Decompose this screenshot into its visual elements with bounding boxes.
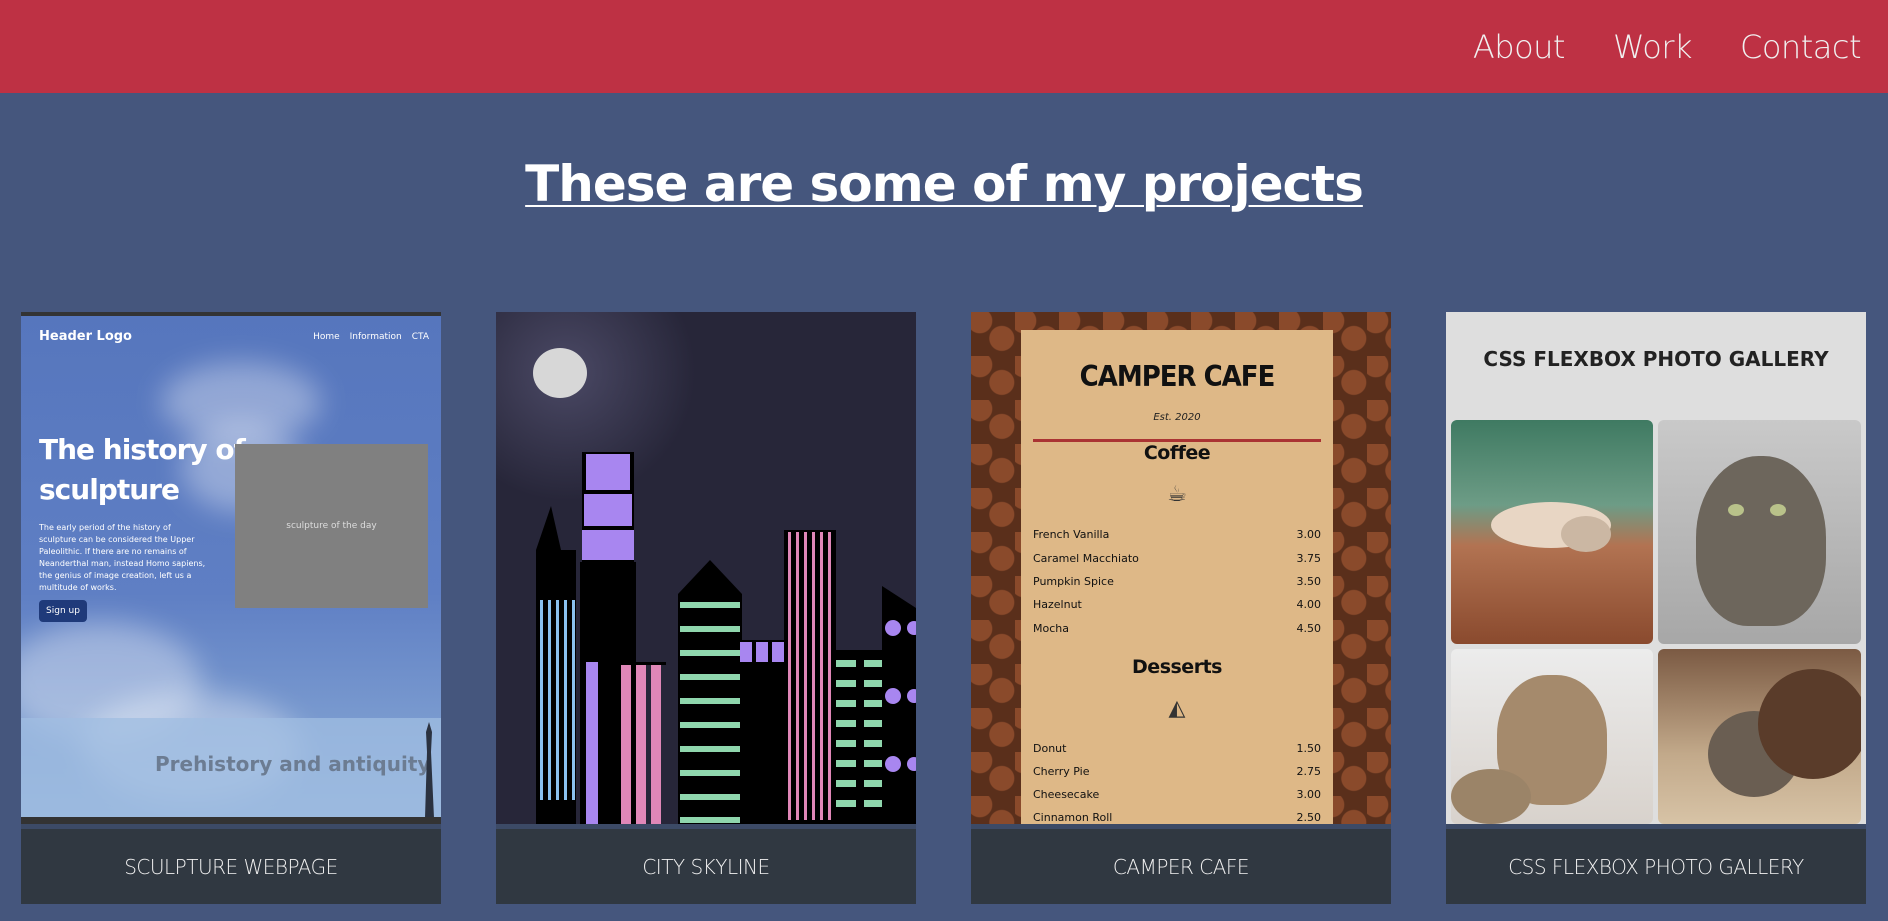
menu-item-name: French Vanilla xyxy=(1033,528,1110,541)
project-caption-flexbox-gallery: CSS FLEXBOX PHOTO GALLERY xyxy=(1446,829,1866,904)
menu-item-price: 3.75 xyxy=(1296,552,1322,565)
cafe-title: CAMPER CAFE xyxy=(1079,360,1276,394)
menu-item: Mocha 4.50 xyxy=(1033,622,1321,635)
menu-item-name: Pumpkin Spice xyxy=(1033,575,1114,588)
project-thumbnail-camper-cafe: CAMPER CAFE Est. 2020 Coffee ☕ French Va… xyxy=(971,312,1391,824)
menu-item: Hazelnut 4.00 xyxy=(1033,598,1321,611)
gallery-title: CSS FLEXBOX PHOTO GALLERY xyxy=(1483,347,1829,371)
menu-item-name: Cheesecake xyxy=(1033,788,1100,801)
cat-photo xyxy=(1658,420,1861,644)
sculpture-nav-information: Information xyxy=(349,332,402,342)
project-thumbnail-flexbox-gallery: CSS FLEXBOX PHOTO GALLERY xyxy=(1446,312,1866,824)
menu-item-price: 3.00 xyxy=(1296,788,1322,801)
cat-photo xyxy=(1451,420,1653,644)
menu-item: French Vanilla 3.00 xyxy=(1033,528,1321,541)
sculpture-signup-button: Sign up xyxy=(39,600,87,622)
sculpture-of-the-day-box: sculpture of the day xyxy=(235,444,428,608)
menu-item-price: 2.75 xyxy=(1296,765,1322,778)
sculpture-nav: Home Information CTA xyxy=(313,332,429,342)
menu-item: Cinnamon Roll 2.50 xyxy=(1033,811,1321,824)
coffee-cup-icon: ☕ xyxy=(1167,482,1187,507)
cafe-est: Est. 2020 xyxy=(1153,412,1201,423)
sculpture-nav-home: Home xyxy=(313,332,340,342)
projects-heading: These are some of my projects xyxy=(525,155,1364,213)
menu-item-price: 4.50 xyxy=(1296,622,1322,635)
desserts-heading: Desserts xyxy=(1132,656,1222,678)
sculpture-title-line2: sculpture xyxy=(39,473,180,506)
menu-item: Donut 1.50 xyxy=(1033,742,1321,755)
nav-links: About Work Contact xyxy=(1473,0,1862,93)
project-thumbnail-city-skyline xyxy=(496,312,916,824)
sculpture-paragraph: The early period of the history of sculp… xyxy=(39,523,206,592)
project-tile-camper-cafe[interactable]: CAMPER CAFE Est. 2020 Coffee ☕ French Va… xyxy=(971,312,1391,904)
sculpture-title-line1: The history of xyxy=(39,433,246,466)
menu-item-price: 4.00 xyxy=(1296,598,1322,611)
sculpture-section-title: Prehistory and antiquity xyxy=(155,752,431,776)
sculpture-title: The history of sculpture xyxy=(39,430,246,510)
skyline-illustration xyxy=(536,452,916,824)
menu-item-price: 2.50 xyxy=(1296,811,1322,824)
project-thumbnail-sculpture: Header Logo Home Information CTA The his… xyxy=(21,312,441,824)
menu-item: Cherry Pie 2.75 xyxy=(1033,765,1321,778)
cafe-menu-card: CAMPER CAFE Est. 2020 Coffee ☕ French Va… xyxy=(1021,330,1333,824)
project-caption-camper-cafe: CAMPER CAFE xyxy=(971,829,1391,904)
menu-item: Pumpkin Spice 3.50 xyxy=(1033,575,1321,588)
menu-item-price: 3.50 xyxy=(1296,575,1322,588)
coffee-heading: Coffee xyxy=(1143,442,1211,464)
menu-item: Cheesecake 3.00 xyxy=(1033,788,1321,801)
cat-photo xyxy=(1658,649,1861,824)
menu-item: Caramel Macchiato 3.75 xyxy=(1033,552,1321,565)
project-caption-city-skyline: CITY SKYLINE xyxy=(496,829,916,904)
menu-item-price: 3.00 xyxy=(1296,528,1322,541)
menu-item-name: Hazelnut xyxy=(1033,598,1082,611)
nav-link-about[interactable]: About xyxy=(1473,28,1566,66)
project-tile-city-skyline[interactable]: CITY SKYLINE xyxy=(496,312,916,904)
project-caption-sculpture: SCULPTURE WEBPAGE xyxy=(21,829,441,904)
project-tile-flexbox-gallery[interactable]: CSS FLEXBOX PHOTO GALLERY CSS FLEXBOX PH… xyxy=(1446,312,1866,904)
nav-link-contact[interactable]: Contact xyxy=(1740,28,1862,66)
sculpture-header-logo: Header Logo xyxy=(39,329,132,344)
menu-item-name: Caramel Macchiato xyxy=(1033,552,1139,565)
menu-item-name: Cinnamon Roll xyxy=(1033,811,1113,824)
cat-photo xyxy=(1451,649,1653,824)
menu-item-price: 1.50 xyxy=(1296,742,1322,755)
pie-icon: ◭ xyxy=(1168,696,1186,721)
top-navbar: About Work Contact xyxy=(0,0,1888,93)
nav-link-work[interactable]: Work xyxy=(1613,28,1693,66)
sculpture-nav-cta: CTA xyxy=(411,332,429,342)
statue-icon xyxy=(425,722,434,818)
menu-item-name: Cherry Pie xyxy=(1033,765,1090,778)
project-tile-sculpture[interactable]: Header Logo Home Information CTA The his… xyxy=(21,312,441,904)
menu-item-name: Mocha xyxy=(1033,622,1069,635)
menu-item-name: Donut xyxy=(1033,742,1067,755)
